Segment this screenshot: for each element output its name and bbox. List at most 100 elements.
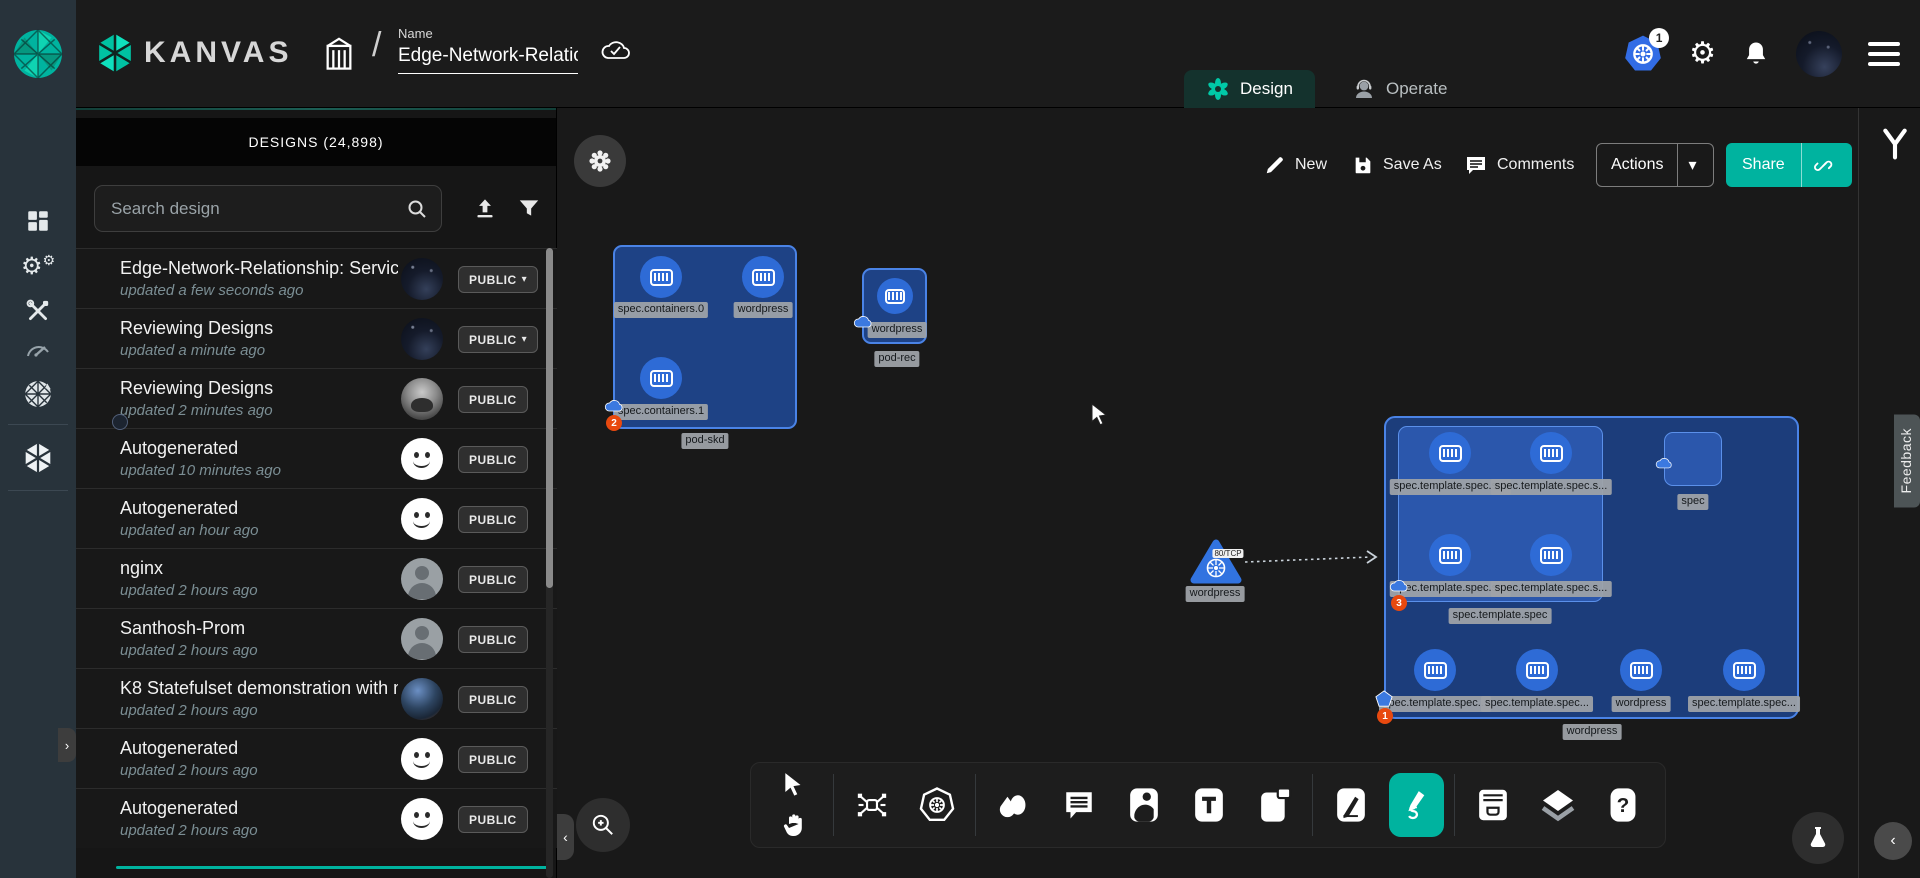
container-node[interactable] [1723,649,1765,691]
kubernetes-wheel-icon [919,787,955,823]
error-count-badge[interactable]: 1 [1377,708,1393,724]
comment-tool-button[interactable] [1051,773,1106,837]
service-node[interactable] [1190,538,1244,586]
panel-scrollbar-thumb[interactable] [546,248,553,588]
app-header: KANVAS / Name [0,0,1920,108]
sidebar-item-kanvas[interactable] [0,442,76,474]
help-tool-button[interactable]: ? [1596,773,1651,837]
design-list-item[interactable]: Autogenerated updated an hour ago PUBLIC… [76,488,557,548]
select-tool-button[interactable] [765,766,823,804]
share-main[interactable]: Share [1726,143,1801,187]
actions-main[interactable]: Actions [1597,144,1677,186]
nav-sidebar: ⚙⚙ [0,108,76,878]
sidebar-item-dashboard[interactable] [0,208,76,234]
operate-headset-icon [1352,77,1376,101]
design-name-input[interactable] [398,41,578,74]
visibility-badge[interactable]: PUBLIC▾ [458,746,528,773]
pan-tool-button[interactable] [765,806,823,844]
actions-dropdown[interactable]: ▾ [1677,144,1706,186]
visibility-badge[interactable]: PUBLIC▾ [458,326,538,353]
save-as-button[interactable]: Save As [1352,143,1442,187]
kanvas-brand[interactable]: KANVAS [96,32,292,74]
visibility-badge[interactable]: PUBLIC▾ [458,806,528,833]
experiments-flask-button[interactable] [1792,812,1844,864]
design-list-item[interactable]: Santhosh-Prom updated 2 hours ago PUBLIC… [76,608,557,668]
visibility-badge[interactable]: PUBLIC▾ [458,686,528,713]
design-list-item[interactable]: Autogenerated updated 10 minutes ago PUB… [76,428,557,488]
save-icon [1352,154,1374,176]
container-node[interactable] [1620,649,1662,691]
media-tool-button[interactable] [1116,773,1171,837]
visibility-badge[interactable]: PUBLIC▾ [458,506,528,533]
share-link[interactable] [1801,143,1846,187]
container-node[interactable] [1429,534,1471,576]
service-label: wordpress [1186,586,1245,602]
error-count-badge[interactable]: 3 [1391,595,1407,611]
design-list-item[interactable]: Edge-Network-Relationship: Service updat… [76,248,557,308]
design-list-item[interactable]: K8 Statefulset demonstration with mo upd… [76,668,557,728]
share-split-button[interactable]: Share [1726,143,1852,187]
error-count-badge[interactable]: 2 [606,415,622,431]
design-list-item[interactable]: Reviewing Designs updated 2 minutes ago … [76,368,557,428]
tab-design[interactable]: Design [1184,70,1315,108]
design-list-item[interactable]: Autogenerated updated 2 hours ago PUBLIC… [76,728,557,788]
actions-split-button[interactable]: Actions ▾ [1596,143,1714,187]
zoom-in-button[interactable] [576,798,630,852]
container-node[interactable] [640,357,682,399]
visibility-badge[interactable]: PUBLIC▾ [458,566,528,593]
container-node[interactable] [742,256,784,298]
sidebar-expand-button[interactable]: › [58,728,76,762]
text-tool-button[interactable] [1182,773,1237,837]
filter-funnel-icon[interactable] [516,194,542,222]
node-label: spec.template.spec... [1688,696,1800,712]
user-avatar[interactable] [1796,31,1842,77]
drawer-tool-button[interactable] [1465,773,1520,837]
note-icon [1258,787,1292,823]
visibility-badge[interactable]: PUBLIC▾ [458,266,538,293]
design-list-item[interactable]: Reviewing Designs updated a minute ago P… [76,308,557,368]
comments-button[interactable]: Comments [1464,143,1574,187]
settings-gear-icon[interactable]: ⚙ [1689,39,1716,69]
mesh-flow-tool-button[interactable] [844,773,899,837]
visibility-badge[interactable]: PUBLIC▾ [458,446,528,473]
shapes-tool-button[interactable] [986,773,1041,837]
note-tool-button[interactable] [1247,773,1302,837]
menu-hamburger-icon[interactable] [1868,42,1900,66]
publish-upload-icon[interactable] [472,194,498,222]
container-node[interactable] [877,278,913,314]
right-rail-collapse-button[interactable]: ‹ [1874,822,1912,860]
container-node[interactable] [1516,649,1558,691]
container-node[interactable] [1530,534,1572,576]
sidebar-item-lifecycle[interactable]: ⚙⚙ [0,252,76,281]
kubernetes-context-button[interactable]: 1 [1623,34,1663,74]
container-node[interactable] [1429,432,1471,474]
layer5-logo[interactable] [0,0,76,108]
kubernetes-context-count: 1 [1649,28,1669,48]
panel-collapse-button[interactable]: ‹ [557,814,574,860]
notifications-bell-icon[interactable] [1742,39,1770,69]
kubernetes-tool-button[interactable] [909,773,964,837]
edge-service-to-deployment[interactable] [1243,548,1385,568]
container-node[interactable] [640,256,682,298]
search-input[interactable] [111,199,405,219]
doodle-pencil-tool-button[interactable] [1389,773,1444,837]
new-button[interactable]: New [1264,143,1327,187]
pen-tool-button[interactable] [1323,773,1378,837]
dock-toggle-button[interactable] [574,135,626,187]
organization-icon[interactable] [322,34,356,72]
design-list-item[interactable]: Autogenerated updated 2 hours ago PUBLIC… [76,788,557,848]
container-node[interactable] [1530,432,1572,474]
sidebar-item-configuration[interactable] [0,298,76,324]
visibility-badge[interactable]: PUBLIC▾ [458,626,528,653]
sidebar-item-extensions[interactable] [0,380,76,408]
tab-operate[interactable]: Operate [1330,70,1469,108]
feedback-tab[interactable]: Feedback [1894,414,1920,507]
search-icon[interactable] [405,197,429,221]
kanvas-icon [23,442,53,474]
design-list-item[interactable]: nginx updated 2 hours ago PUBLIC▾ [76,548,557,608]
container-node[interactable] [1414,649,1456,691]
sidebar-item-performance[interactable] [0,338,76,360]
layers-tool-button[interactable] [1530,773,1585,837]
visibility-badge[interactable]: PUBLIC▾ [458,386,528,413]
container-icon [1733,662,1756,679]
